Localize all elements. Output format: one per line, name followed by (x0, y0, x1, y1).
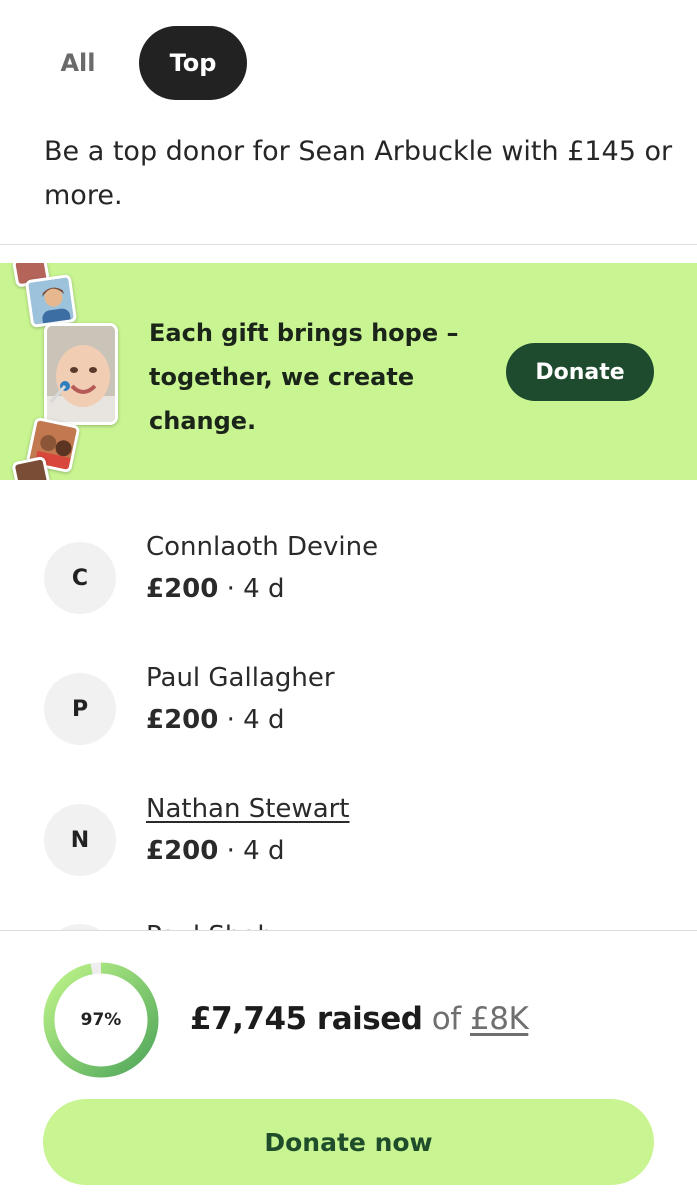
donor-time: 4 d (243, 705, 285, 735)
top-donor-intro: Be a top donor for Sean Arbuckle with £1… (44, 136, 673, 211)
donor-name: Paul Gallagher (146, 663, 335, 693)
meta-separator: · (226, 705, 235, 735)
collage-photo-woman (24, 274, 78, 328)
progress-percent: 97% (80, 1010, 122, 1030)
tab-all[interactable]: All (32, 26, 124, 100)
collage-photo-bottom (11, 455, 51, 480)
donor-amount: £200 (146, 705, 219, 735)
tab-top[interactable]: Top (139, 26, 247, 100)
raised-of: of (431, 1001, 461, 1037)
promo-message: Each gift brings hope – together, we cre… (149, 319, 459, 435)
donor-filter-tabs: All Top (44, 26, 247, 100)
donor-avatar: N (44, 804, 116, 876)
promo-banner: Each gift brings hope – together, we cre… (0, 263, 697, 480)
donor-meta: £200 · 4 d (146, 572, 284, 606)
fundraising-footer: 97% £7,745 raised of £8K Donate now (0, 930, 697, 1200)
donor-meta: £200 · 4 d (146, 834, 284, 868)
donor-amount: £200 (146, 836, 219, 866)
donor-meta: £200 · 4 d (146, 703, 284, 737)
donor-row[interactable]: N Nathan Stewart £200 · 4 d (44, 792, 664, 882)
donate-now-button[interactable]: Donate now (43, 1099, 654, 1185)
target-amount-link[interactable]: £8K (470, 1001, 529, 1037)
donor-amount: £200 (146, 574, 219, 604)
raised-amount: £7,745 raised (190, 1001, 423, 1037)
divider (0, 244, 697, 245)
donor-time: 4 d (243, 836, 285, 866)
donor-row[interactable]: C Connlaoth Devine £200 · 4 d (44, 530, 664, 620)
meta-separator: · (226, 836, 235, 866)
donor-name: Connlaoth Devine (146, 532, 379, 562)
donor-row[interactable]: P Paul Gallagher £200 · 4 d (44, 661, 664, 751)
raised-summary: £7,745 raised of £8K (190, 997, 529, 1041)
meta-separator: · (226, 574, 235, 604)
donor-avatar: P (44, 673, 116, 745)
collage-photo-baby (44, 323, 118, 425)
promo-donate-button[interactable]: Donate (506, 343, 654, 401)
donor-time: 4 d (243, 574, 285, 604)
donor-name-link[interactable]: Nathan Stewart (146, 792, 350, 826)
donor-avatar: C (44, 542, 116, 614)
donor-row-partial: Paul Shab (0, 900, 697, 932)
